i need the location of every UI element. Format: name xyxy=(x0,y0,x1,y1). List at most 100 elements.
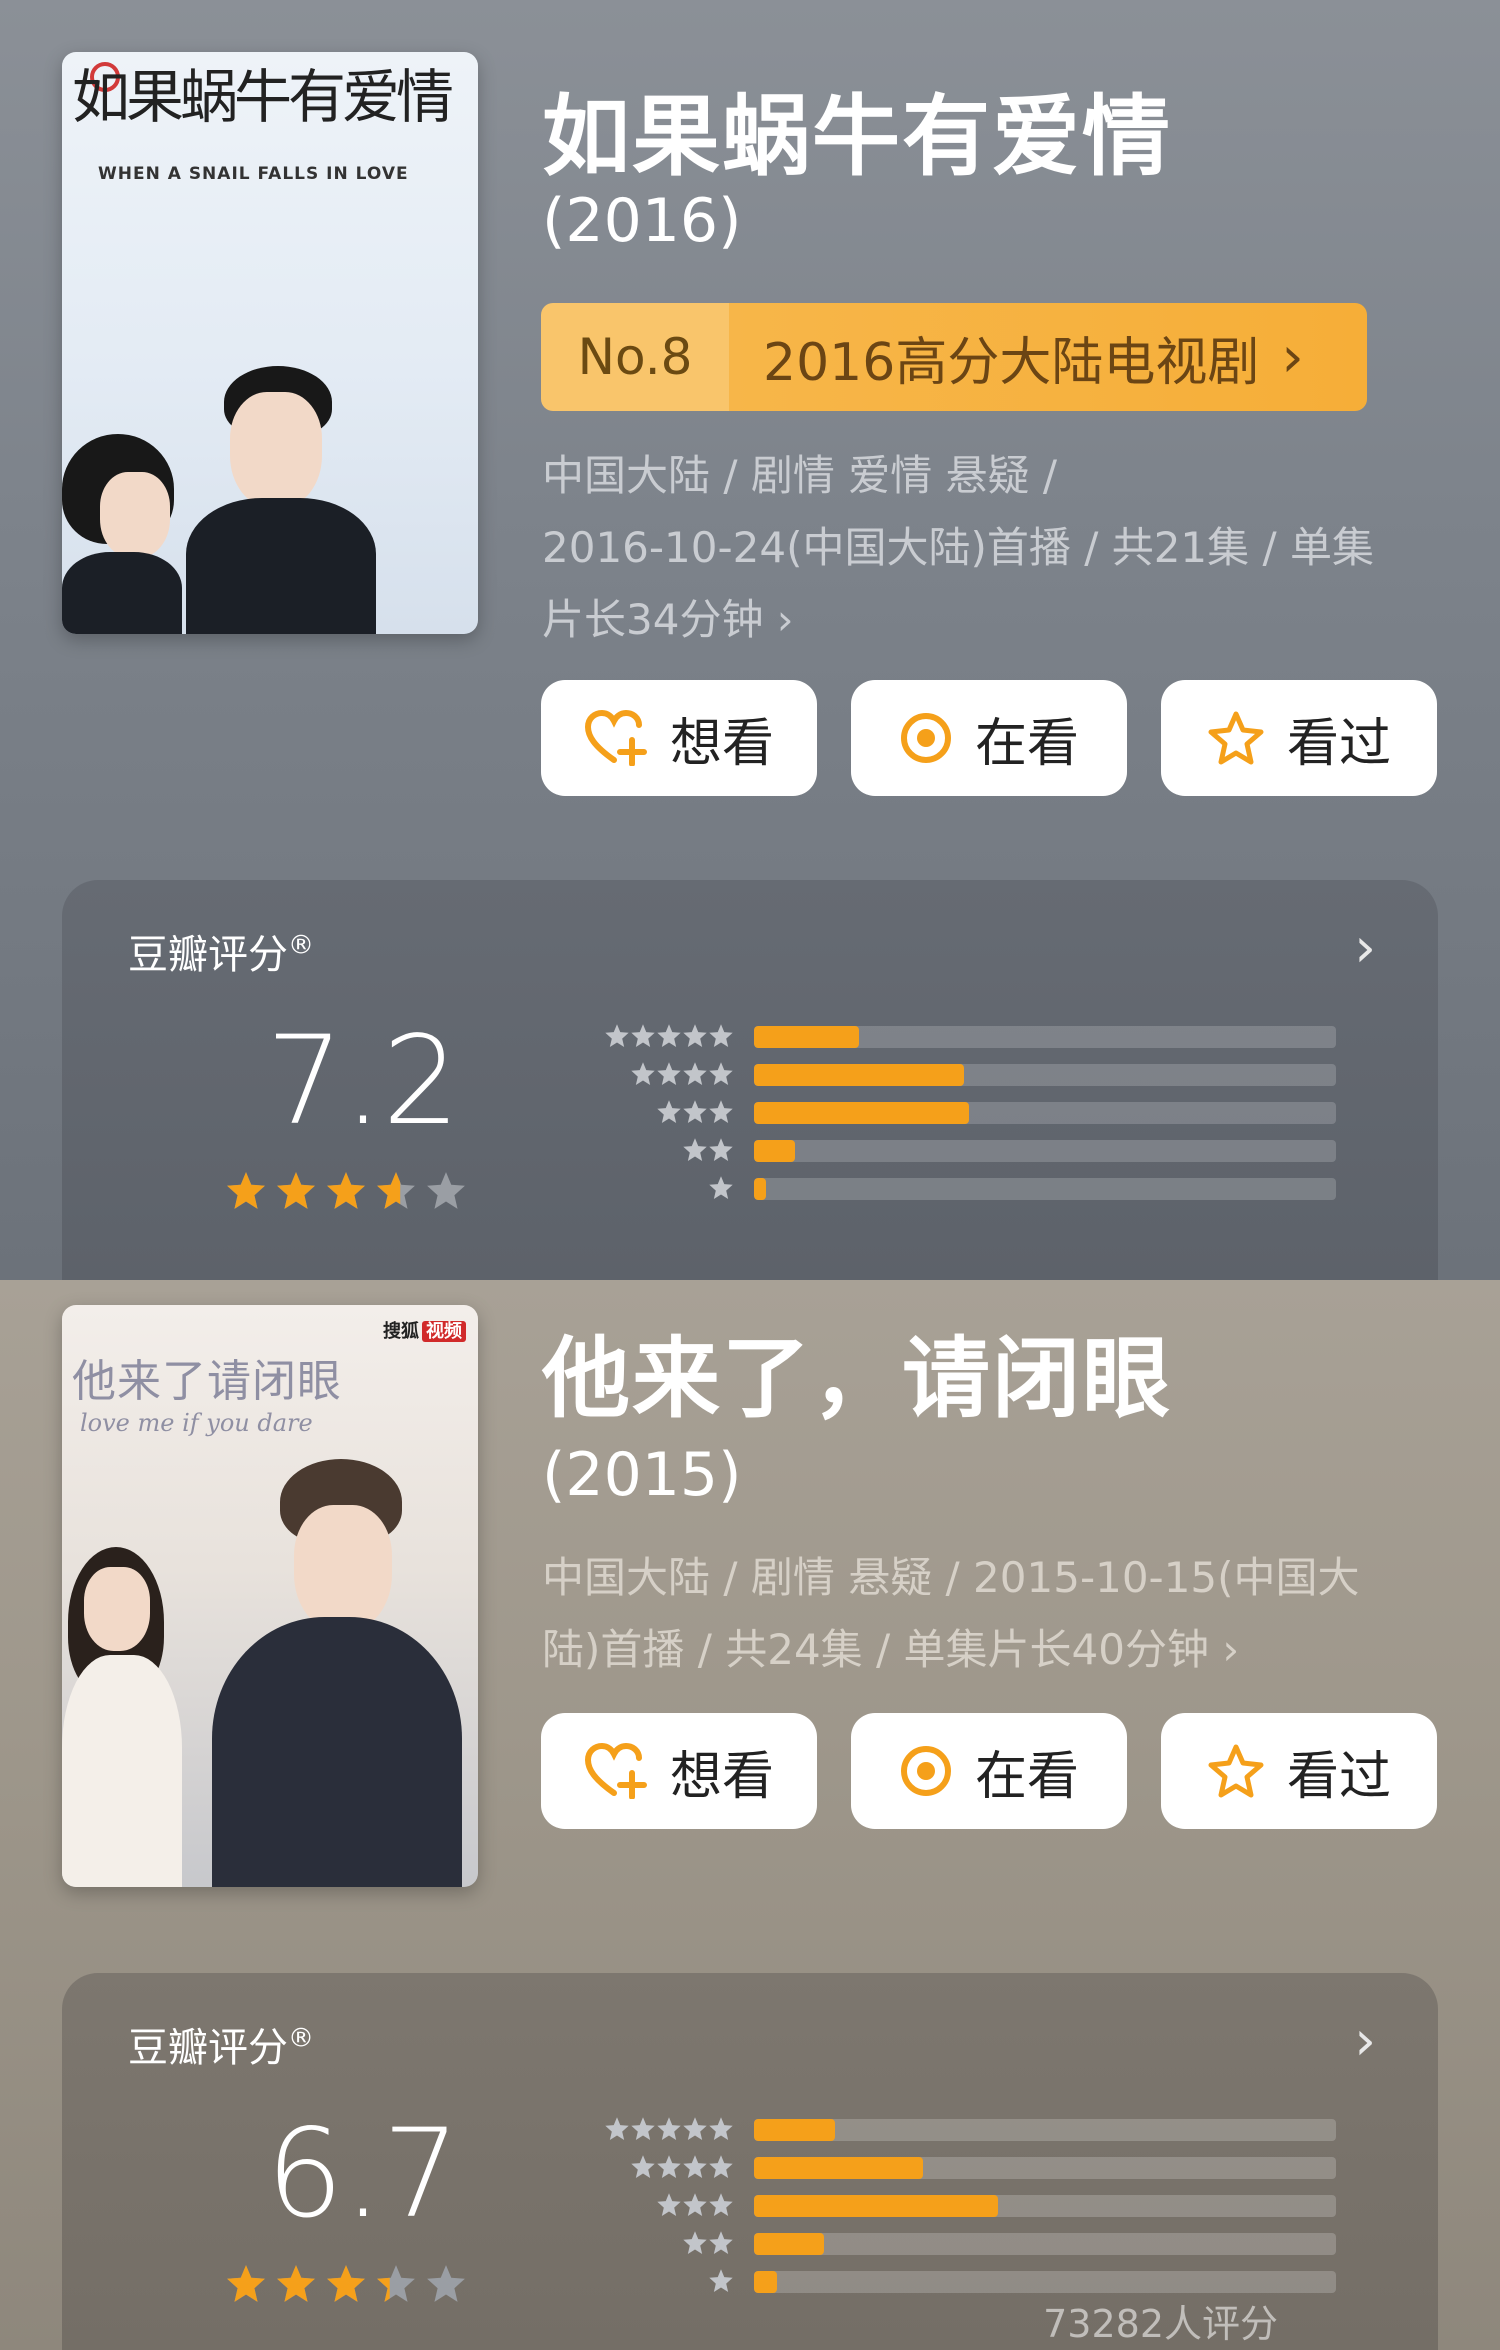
show-meta[interactable]: 中国大陆 / 剧情 爱情 悬疑 / 2016-10-24(中国大陆)首播 / 共… xyxy=(542,440,1442,656)
button-label: 想看 xyxy=(669,1746,774,1807)
button-label: 想看 xyxy=(669,713,774,774)
rating-star-icon xyxy=(377,2265,415,2302)
figure-girl-coat xyxy=(62,552,182,634)
rank-number: No.8 xyxy=(541,303,729,411)
small-star-icon xyxy=(709,1062,733,1086)
distribution-stars xyxy=(524,2230,734,2256)
distribution-bar-fill xyxy=(754,1102,970,1124)
want-to-watch-button[interactable]: 想看 xyxy=(541,1713,817,1829)
small-star-icon xyxy=(631,2117,655,2141)
figure-man-suit xyxy=(212,1617,462,1887)
rating-card-1[interactable]: 豆瓣评分® › 7.2 xyxy=(62,880,1438,1280)
distribution-bar xyxy=(754,1064,1336,1086)
button-label: 在看 xyxy=(974,713,1079,774)
meta-line: 陆)首播 / 共24集 / 单集片长40分钟 › xyxy=(542,1625,1240,1674)
poster-2[interactable]: 搜狐 视频 他来了请闭眼 love me if you dare xyxy=(62,1305,478,1887)
target-icon xyxy=(899,711,953,765)
small-star-icon xyxy=(657,2117,681,2141)
show-meta[interactable]: 中国大陆 / 剧情 悬疑 / 2015-10-15(中国大 陆)首播 / 共24… xyxy=(542,1542,1442,1686)
watched-button[interactable]: 看过 xyxy=(1161,1713,1437,1829)
heart-plus-icon xyxy=(584,710,648,766)
rating-header: 豆瓣评分® xyxy=(128,922,314,980)
distribution-stars xyxy=(524,2192,734,2218)
show-year: (2015) xyxy=(542,1440,742,1510)
rank-banner[interactable]: No.8 2016高分大陆电视剧 › xyxy=(541,303,1367,411)
figure-girl-face xyxy=(100,472,170,558)
watching-button[interactable]: 在看 xyxy=(851,680,1127,796)
figure-man-face xyxy=(230,392,322,508)
chevron-right-icon[interactable]: › xyxy=(1354,916,1376,979)
distribution-bar xyxy=(754,2157,1336,2179)
distribution-bar-fill xyxy=(754,2195,999,2217)
heart-plus-icon xyxy=(584,1743,648,1799)
watched-button[interactable]: 看过 xyxy=(1161,680,1437,796)
small-star-icon xyxy=(683,1024,707,1048)
rating-stars xyxy=(224,2263,474,2305)
figure-man-face xyxy=(294,1505,392,1631)
star-icon xyxy=(1207,1743,1265,1799)
rating-score: 7.2 xyxy=(266,1010,461,1152)
small-star-icon xyxy=(683,1138,707,1162)
distribution-stars xyxy=(524,1175,734,1201)
poster-badge-brand: 搜狐 xyxy=(383,1321,419,1342)
rating-label: 豆瓣评分 xyxy=(128,932,288,978)
rating-score: 6.7 xyxy=(266,2103,461,2245)
rating-star-icon xyxy=(277,1172,315,1209)
distribution-bar-fill xyxy=(754,1064,964,1086)
registered-mark: ® xyxy=(288,930,314,961)
small-star-icon xyxy=(709,2193,733,2217)
show-title: 他来了，请闭眼 xyxy=(542,1327,1173,1430)
small-star-icon xyxy=(709,2269,733,2293)
rating-star-icon xyxy=(227,2265,265,2302)
rating-star-icon xyxy=(327,1172,365,1209)
small-star-icon xyxy=(657,1100,681,1124)
distribution-bar xyxy=(754,1026,1336,1048)
want-to-watch-button[interactable]: 想看 xyxy=(541,680,817,796)
chevron-right-icon[interactable]: › xyxy=(1354,2009,1376,2072)
small-star-icon xyxy=(657,1024,681,1048)
distribution-bar-fill xyxy=(754,1178,766,1200)
poster-title: 他来了请闭眼 xyxy=(72,1356,342,1407)
show-title: 如果蜗牛有爱情 xyxy=(542,85,1173,188)
meta-line: 中国大陆 / 剧情 悬疑 / 2015-10-15(中国大 xyxy=(542,1553,1360,1602)
distribution-bar xyxy=(754,1102,1336,1124)
rating-label: 豆瓣评分 xyxy=(128,2025,288,2071)
rating-star-icon xyxy=(427,1172,465,1209)
poster-1[interactable]: 如果蜗牛有爱情 WHEN A SNAIL FALLS IN LOVE xyxy=(62,52,478,634)
rank-list-name: 2016高分大陆电视剧 › xyxy=(729,303,1367,411)
small-star-icon xyxy=(709,1024,733,1048)
meta-line: 片长34分钟 › xyxy=(542,595,794,644)
poster-title: 如果蜗牛有爱情 xyxy=(72,63,454,131)
small-star-icon xyxy=(683,1062,707,1086)
small-star-icon xyxy=(657,2193,681,2217)
figure-woman-face xyxy=(84,1567,150,1651)
small-star-icon xyxy=(709,2155,733,2179)
distribution-bar-fill xyxy=(754,1140,795,1162)
meta-line: 2016-10-24(中国大陆)首播 / 共21集 / 单集 xyxy=(542,523,1375,572)
registered-mark: ® xyxy=(288,2023,314,2054)
rating-star-icon xyxy=(277,2265,315,2302)
distribution-bar-fill xyxy=(754,2233,824,2255)
watching-button[interactable]: 在看 xyxy=(851,1713,1127,1829)
rating-star-icon xyxy=(327,2265,365,2302)
chevron-right-icon: › xyxy=(1281,324,1304,390)
distribution-bar-fill xyxy=(754,1026,859,1048)
poster-subtitle: WHEN A SNAIL FALLS IN LOVE xyxy=(98,164,409,184)
small-star-icon xyxy=(657,2155,681,2179)
small-star-icon xyxy=(709,1138,733,1162)
rating-star-icon xyxy=(377,1172,415,1209)
rating-card-2[interactable]: 豆瓣评分® › 6.7 73282人评分 xyxy=(62,1973,1438,2350)
small-star-icon xyxy=(709,2117,733,2141)
distribution-bar-fill xyxy=(754,2271,778,2293)
distribution-bar xyxy=(754,1178,1336,1200)
distribution-stars xyxy=(524,2154,734,2180)
meta-line: 中国大陆 / 剧情 爱情 悬疑 / xyxy=(542,451,1058,500)
target-icon xyxy=(899,1744,953,1798)
show-section-1: 如果蜗牛有爱情 WHEN A SNAIL FALLS IN LOVE 如果蜗牛有… xyxy=(0,0,1500,1280)
distribution-bar xyxy=(754,2119,1336,2141)
poster-subtitle: love me if you dare xyxy=(80,1409,313,1437)
figure-woman-dress xyxy=(62,1655,182,1887)
small-star-icon xyxy=(709,1100,733,1124)
show-section-2: 搜狐 视频 他来了请闭眼 love me if you dare 他来了，请闭眼 … xyxy=(0,1280,1500,2350)
small-star-icon xyxy=(709,1176,733,1200)
